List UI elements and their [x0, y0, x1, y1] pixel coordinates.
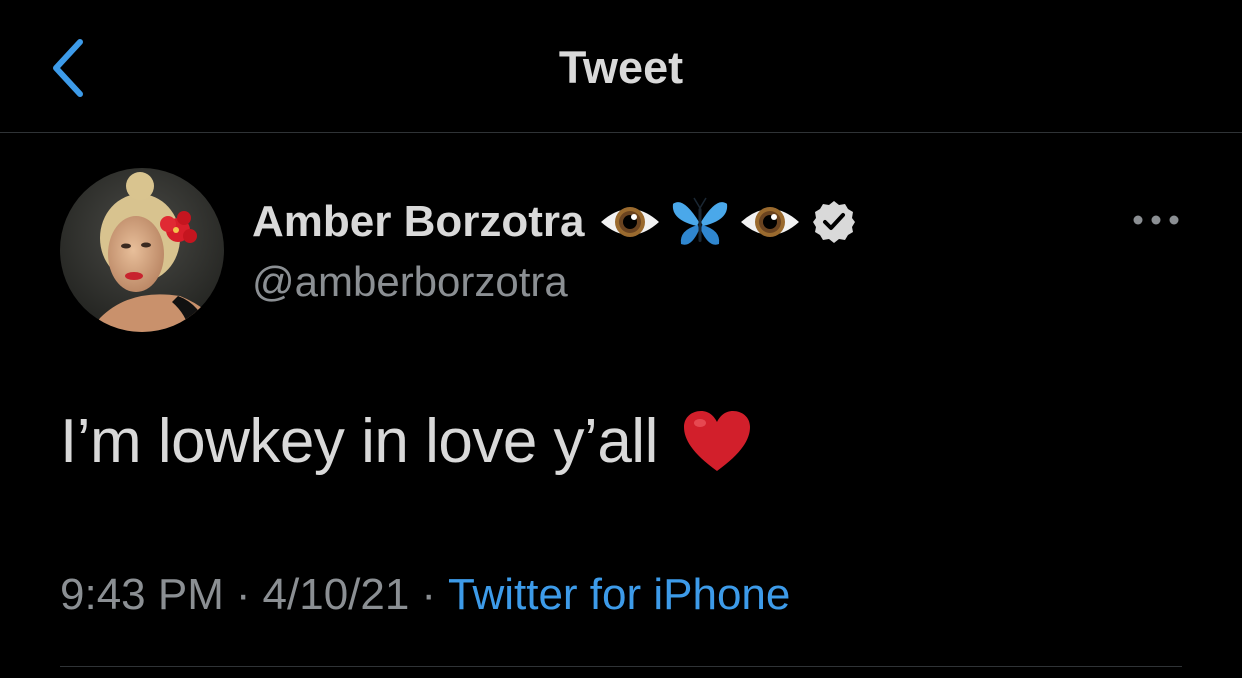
tweet-text: I’m lowkey in love y’all [60, 407, 658, 476]
meta-separator: · [421, 570, 436, 619]
avatar[interactable] [60, 168, 224, 332]
eye-emoji-icon [600, 207, 659, 237]
tweet-time: 9:43 PM [60, 570, 224, 619]
eye-emoji-icon [740, 207, 799, 237]
more-horizontal-icon [1133, 215, 1179, 225]
verified-badge-icon [812, 201, 855, 243]
display-name: Amber Borzotra [252, 197, 585, 246]
divider [60, 666, 1182, 667]
user-handle[interactable]: @amberborzotra [252, 258, 568, 306]
more-options-button[interactable] [1132, 206, 1180, 234]
tweet-source-link[interactable]: Twitter for iPhone [448, 570, 790, 619]
butterfly-emoji-icon [672, 197, 727, 245]
tweet-meta: 9:43 PM · 4/10/21 · Twitter for iPhone [60, 570, 790, 620]
page-title: Tweet [558, 42, 684, 93]
tweet-body: I’m lowkey in love y’all [60, 406, 752, 477]
meta-separator: · [235, 570, 251, 619]
red-heart-emoji-icon [683, 410, 750, 471]
tweet-date: 4/10/21 [262, 570, 410, 619]
author-name-row[interactable]: Amber Borzotra [252, 192, 857, 252]
navigation-bar: Tweet [0, 0, 1242, 133]
profile-photo [60, 168, 224, 332]
